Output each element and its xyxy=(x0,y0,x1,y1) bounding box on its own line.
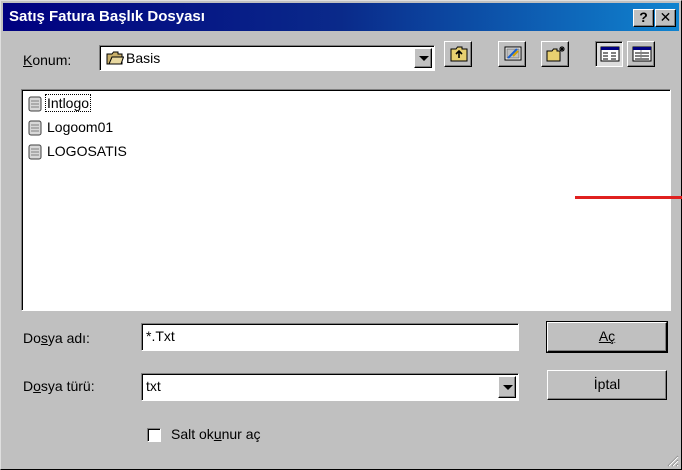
desktop-button[interactable] xyxy=(498,41,526,67)
chevron-down-icon xyxy=(419,56,429,61)
help-button[interactable]: ? xyxy=(633,9,654,27)
location-dropdown-button[interactable] xyxy=(414,48,432,68)
readonly-checkbox[interactable] xyxy=(147,428,161,442)
folder-icon xyxy=(106,50,125,69)
cancel-button-label: İptal xyxy=(593,376,621,392)
file-list[interactable]: Intlogo Logoom01 LOGOSATIS xyxy=(21,89,671,311)
filetype-combo[interactable]: txt xyxy=(141,373,519,401)
chevron-down-icon xyxy=(503,385,513,390)
filetype-value: txt xyxy=(146,378,161,394)
location-label: Konum: xyxy=(23,52,72,68)
filename-input[interactable]: *.Txt xyxy=(141,323,519,351)
cancel-button[interactable]: İptal xyxy=(547,370,667,400)
help-icon: ? xyxy=(639,9,648,25)
new-folder-button[interactable] xyxy=(541,41,569,67)
location-value: Basis xyxy=(126,50,161,66)
list-view-button[interactable] xyxy=(595,41,623,67)
open-button[interactable]: Aç xyxy=(546,321,668,353)
file-name: Intlogo xyxy=(44,94,92,112)
open-button-label: Aç xyxy=(598,328,616,344)
document-icon xyxy=(28,96,42,115)
file-name: Logoom01 xyxy=(47,119,114,135)
up-one-level-button[interactable] xyxy=(444,41,472,67)
location-combo[interactable]: Basis xyxy=(99,45,435,71)
window-title: Satış Fatura Başlık Dosyası xyxy=(9,8,205,25)
filename-value: *.Txt xyxy=(146,328,175,344)
document-icon xyxy=(28,144,42,163)
filename-label: Dosya adı: xyxy=(23,330,90,346)
file-name: LOGOSATIS xyxy=(47,143,127,159)
open-file-dialog: Satış Fatura Başlık Dosyası ? ✕ Konum: B… xyxy=(0,0,682,470)
readonly-label[interactable]: Salt okunur aç xyxy=(171,426,261,442)
annotation-line xyxy=(575,196,682,199)
close-button[interactable]: ✕ xyxy=(655,9,676,27)
filetype-dropdown-button[interactable] xyxy=(498,376,516,398)
title-bar[interactable]: Satış Fatura Başlık Dosyası ? ✕ xyxy=(3,3,679,31)
close-icon: ✕ xyxy=(659,9,672,25)
details-view-button[interactable] xyxy=(627,41,655,67)
filetype-label: Dosya türü: xyxy=(23,378,95,394)
document-icon xyxy=(28,120,42,139)
resize-grip-icon[interactable] xyxy=(665,453,679,467)
